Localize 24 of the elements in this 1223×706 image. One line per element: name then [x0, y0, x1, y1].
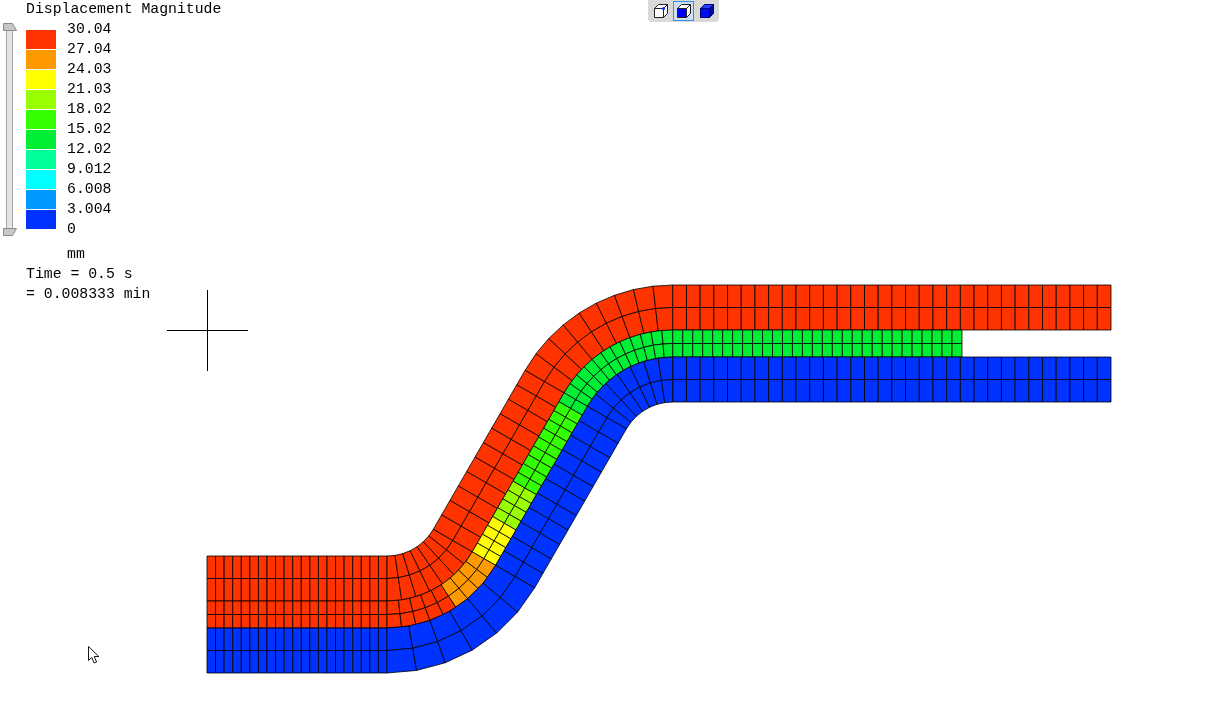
- outline-cube-icon: [652, 3, 669, 19]
- legend-value: 0: [67, 220, 76, 239]
- legend-value: 6.008: [67, 180, 112, 199]
- time-label: = 0.008333 min: [26, 285, 151, 304]
- slider-handle[interactable]: [3, 23, 17, 31]
- time-label: Time = 0.5 s: [26, 265, 133, 284]
- mouse-pointer-icon: [88, 646, 100, 664]
- legend-value: 12.02: [67, 140, 112, 159]
- legend-value: 15.02: [67, 120, 112, 139]
- display-mode-button[interactable]: [673, 1, 694, 21]
- legend-value: 24.03: [67, 60, 112, 79]
- legend-title: Displacement Magnitude: [26, 0, 222, 19]
- legend-value: 9.012: [67, 160, 112, 179]
- shaded-face-cube-icon: [675, 3, 692, 19]
- solid-cube-icon: [698, 3, 715, 19]
- range-slider-track[interactable]: [6, 31, 13, 228]
- legend-value: 18.02: [67, 100, 112, 119]
- unit-label: mm: [67, 245, 85, 264]
- legend-value: 3.004: [67, 200, 112, 219]
- slider-handle[interactable]: [3, 228, 17, 236]
- crosshair-icon: [167, 290, 248, 371]
- legend-value: 27.04: [67, 40, 112, 59]
- legend-value: 30.04: [67, 20, 112, 39]
- legend-value: 21.03: [67, 80, 112, 99]
